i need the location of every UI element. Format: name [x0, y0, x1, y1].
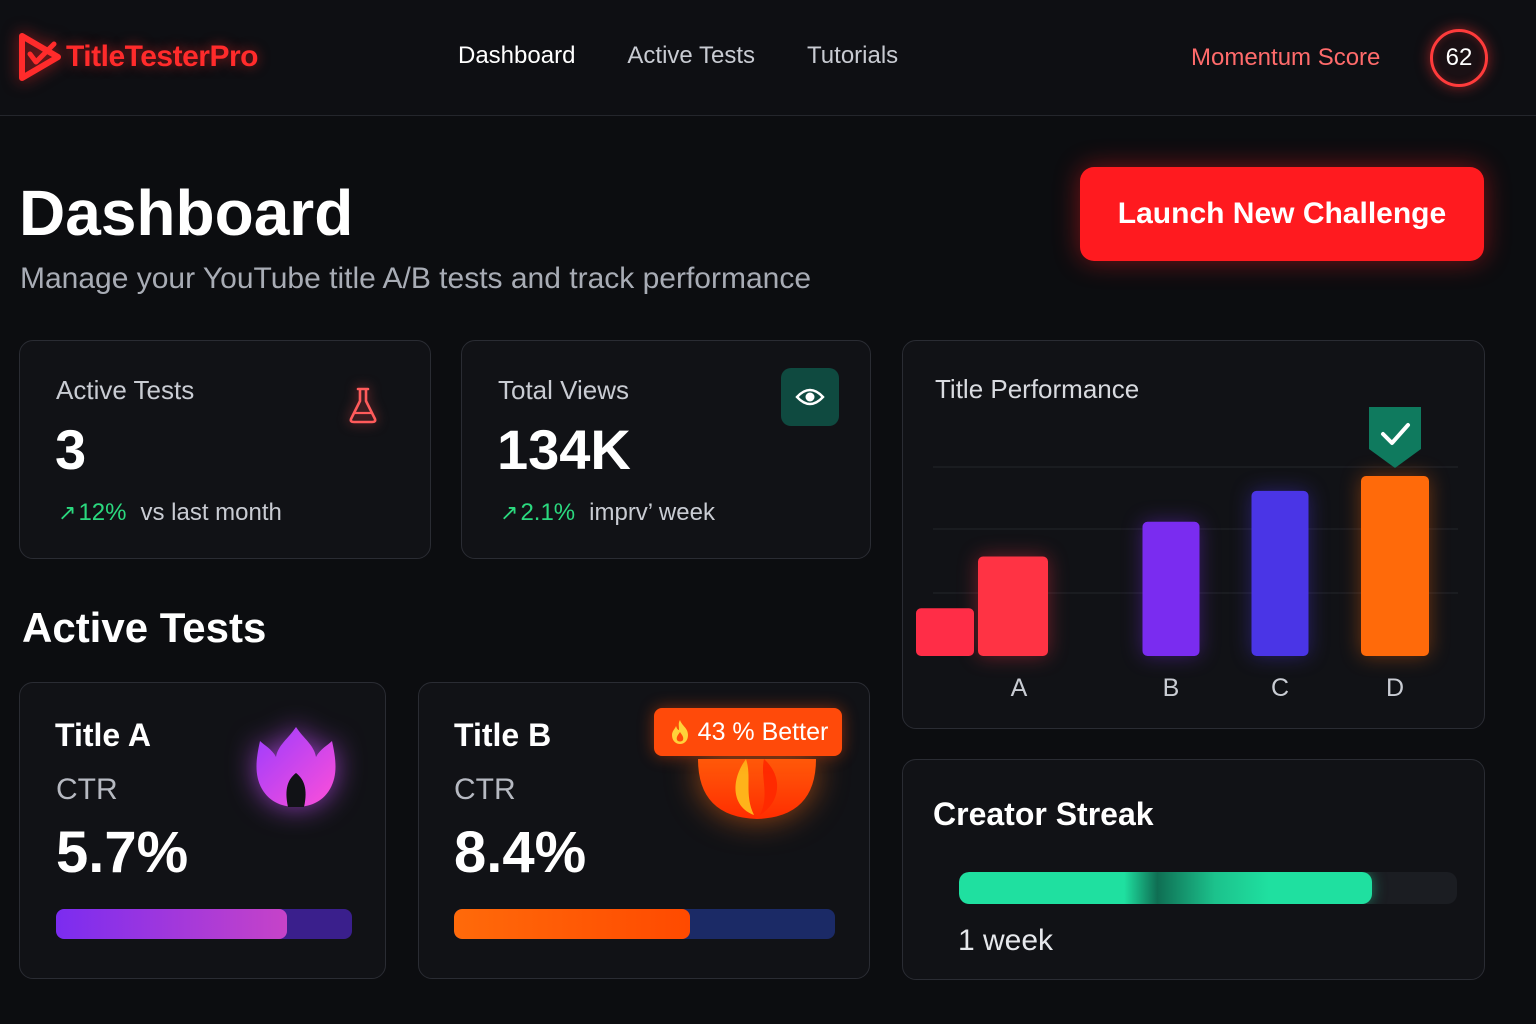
stat-change: ↗12% vs last month	[58, 499, 282, 527]
change-text: vs last month	[140, 499, 282, 526]
stat-value: 134K	[497, 418, 631, 481]
top-navigation-bar: TitleTesterPro Dashboard Active Tests Tu…	[0, 0, 1536, 116]
streak-progress-track	[959, 872, 1457, 904]
stat-label: Active Tests	[56, 375, 195, 405]
chart-tick-label: D	[1386, 674, 1404, 702]
ctr-progress-fill	[454, 909, 691, 939]
arrow-up-right-icon: ↗	[500, 500, 519, 525]
nav-active-tests[interactable]: Active Tests	[627, 42, 755, 70]
ctr-progress-track	[56, 909, 352, 939]
app-logo[interactable]: TitleTesterPro	[18, 32, 258, 82]
flame-icon	[256, 727, 336, 807]
chart-tick-label: A	[1011, 674, 1028, 702]
nav-dashboard[interactable]: Dashboard	[458, 42, 575, 70]
ctr-progress-track	[454, 909, 835, 939]
test-title: Title B	[454, 717, 552, 753]
change-percent: 12%	[78, 499, 127, 526]
change-percent: 2.1%	[520, 499, 576, 526]
streak-progress-fill	[959, 872, 1373, 904]
chart-bar-a-secondary[interactable]	[916, 608, 974, 656]
trend-up: ↗12%	[58, 499, 126, 526]
arrow-up-right-icon: ↗	[58, 500, 77, 525]
launch-new-challenge-button[interactable]: Launch New Challenge	[1080, 167, 1484, 261]
chart-bar-b[interactable]	[1142, 521, 1200, 656]
better-badge: 43 % Better	[654, 708, 842, 756]
test-card-title-b[interactable]: Title B 43 % Better CTR 8.4%	[418, 682, 870, 979]
momentum-score-badge[interactable]: 62	[1430, 29, 1488, 87]
streak-title: Creator Streak	[933, 796, 1154, 832]
flask-icon	[349, 387, 377, 424]
page-subtitle: Manage your YouTube title A/B tests and …	[20, 262, 812, 295]
momentum-score-label: Momentum Score	[1191, 44, 1381, 71]
chart-tick-label: B	[1163, 674, 1180, 702]
eye-icon	[795, 388, 825, 406]
active-tests-heading: Active Tests	[22, 604, 267, 651]
play-logo-icon	[19, 33, 61, 81]
change-text: imprv’ week	[589, 499, 715, 526]
stat-label: Total Views	[498, 375, 630, 405]
ctr-label: CTR	[56, 773, 118, 806]
stat-change: ↗2.1% imprv’ week	[500, 499, 715, 527]
ctr-progress-fill	[56, 909, 287, 939]
active-tests-stat-card[interactable]: Active Tests 3 ↗12% vs last month	[19, 340, 431, 559]
ctr-value: 8.4%	[454, 820, 587, 885]
creator-streak-card: Creator Streak 1 week	[902, 759, 1485, 980]
page-title: Dashboard	[19, 177, 354, 249]
streak-label: 1 week	[958, 924, 1054, 957]
stat-value: 3	[55, 418, 87, 481]
fire-icon	[671, 720, 688, 744]
fire-bowl-icon	[698, 759, 816, 819]
ctr-value: 5.7%	[56, 820, 189, 885]
nav-tutorials[interactable]: Tutorials	[807, 42, 898, 70]
title-performance-chart: A B C D	[916, 407, 1458, 702]
eye-icon-box	[781, 368, 839, 426]
chart-bar-a[interactable]	[978, 556, 1048, 656]
chart-bar-d[interactable]	[1361, 476, 1429, 656]
test-card-title-a[interactable]: Title A CTR 5.7%	[19, 682, 386, 979]
test-title: Title A	[55, 717, 152, 753]
ctr-label: CTR	[454, 773, 516, 806]
trend-up: ↗2.1%	[500, 499, 575, 526]
main-nav: Dashboard Active Tests Tutorials	[458, 42, 898, 70]
app-name: TitleTesterPro	[66, 40, 258, 73]
total-views-stat-card[interactable]: Total Views 134K ↗2.1% imprv’ week	[461, 340, 871, 559]
chart-tick-label: C	[1271, 674, 1289, 702]
chart-bar-c[interactable]	[1251, 490, 1309, 656]
title-performance-card: Title Performance ABCD	[902, 340, 1485, 729]
better-badge-label: 43 % Better	[697, 717, 829, 746]
